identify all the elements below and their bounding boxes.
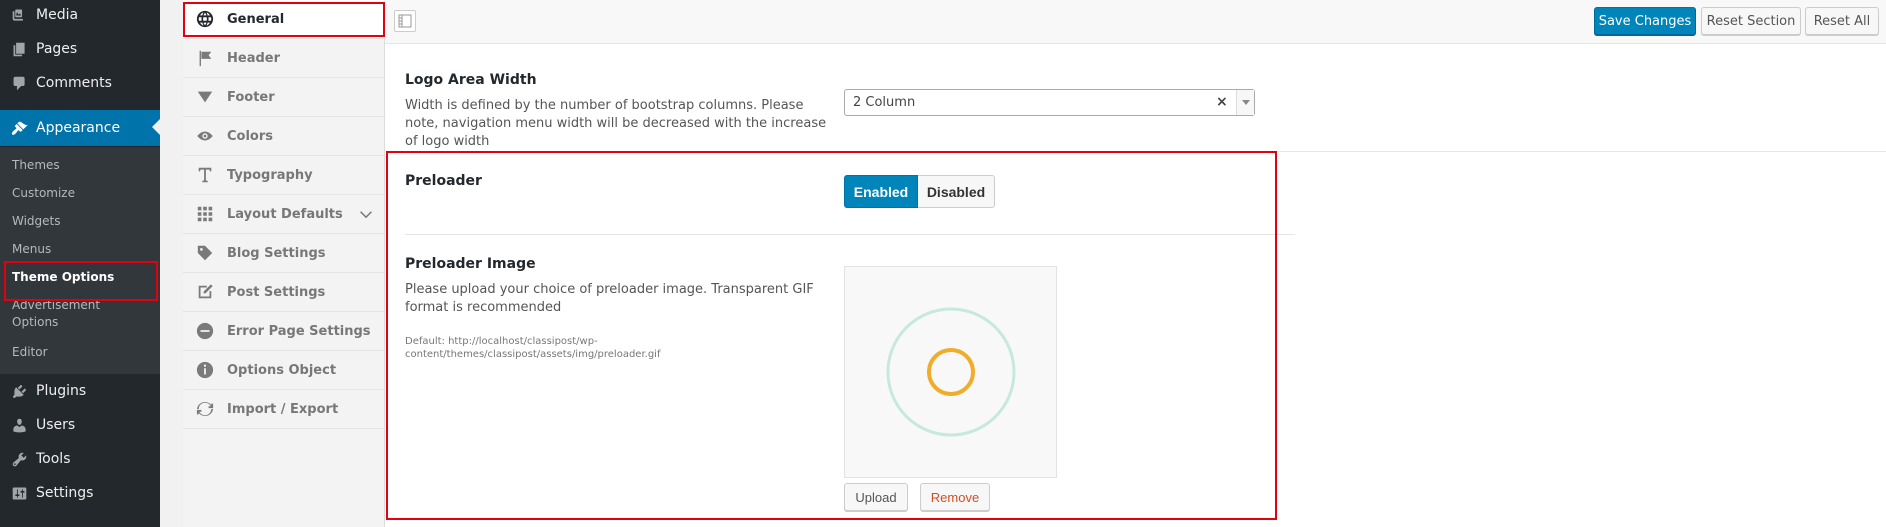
wp-menu-pages[interactable]: Pages [0, 32, 160, 66]
wp-menu-label: Users [36, 417, 76, 433]
submenu-editor[interactable]: Editor [12, 344, 48, 361]
nav-typography[interactable]: Typography [183, 156, 385, 195]
select-value: 2 Column [853, 95, 916, 110]
nav-error-page-settings[interactable]: Error Page Settings [183, 312, 385, 351]
expand-toggle-icon[interactable] [394, 10, 416, 32]
wp-menu-settings[interactable]: Settings [0, 476, 160, 510]
plugins-icon [0, 383, 36, 400]
wp-menu-plugins[interactable]: Plugins [0, 374, 160, 408]
reset-all-button[interactable]: Reset All [1805, 7, 1879, 35]
options-main: Save Changes Reset Section Reset All Log… [385, 0, 1886, 527]
options-panel-nav: General Header Footer Colors Typography … [183, 0, 385, 527]
logo-width-description: Width is defined by the number of bootst… [405, 98, 827, 149]
nav-post-settings[interactable]: Post Settings [183, 273, 385, 312]
nav-general[interactable]: General [183, 0, 385, 39]
users-icon [0, 417, 36, 434]
nav-footer[interactable]: Footer [183, 78, 385, 117]
nav-label: General [227, 11, 285, 27]
remove-button[interactable]: Remove [920, 483, 990, 511]
logo-width-select[interactable]: 2 Column × [844, 89, 1255, 116]
clear-icon[interactable]: × [1216, 94, 1228, 110]
wp-menu-label: Pages [36, 41, 78, 57]
tools-icon [0, 451, 36, 468]
nav-label: Header [227, 50, 281, 66]
submenu-widgets[interactable]: Widgets [12, 213, 61, 230]
wp-submenu-appearance: Themes Customize Widgets Menus Theme Opt… [0, 147, 160, 374]
submenu-menus[interactable]: Menus [12, 241, 51, 258]
text-icon [183, 166, 227, 184]
chevron-down-icon[interactable] [1236, 90, 1254, 115]
eye-icon [183, 127, 227, 145]
nav-import-export[interactable]: Import / Export [183, 390, 385, 429]
nav-label: Post Settings [227, 284, 326, 300]
nav-options-object[interactable]: Options Object [183, 351, 385, 390]
reset-section-button[interactable]: Reset Section [1701, 7, 1801, 35]
triangle-down-icon [183, 88, 227, 106]
refresh-icon [183, 400, 227, 418]
wp-menu-users[interactable]: Users [0, 408, 160, 442]
grid-icon [183, 205, 227, 223]
nav-colors[interactable]: Colors [183, 117, 385, 156]
upload-button[interactable]: Upload [844, 483, 908, 511]
nav-label: Layout Defaults [227, 206, 343, 222]
nav-label: Typography [227, 167, 313, 183]
preloader-image-preview [844, 266, 1057, 478]
row-divider [405, 151, 1886, 152]
pages-icon [0, 41, 36, 58]
nav-label: Blog Settings [227, 245, 326, 261]
nav-label: Colors [227, 128, 274, 144]
preloader-enabled-button[interactable]: Enabled [844, 175, 918, 208]
info-icon [183, 361, 227, 379]
wp-menu-appearance[interactable]: Appearance [0, 110, 160, 146]
wp-menu-label: Tools [36, 451, 71, 467]
wp-menu-label: Media [36, 7, 79, 23]
flag-icon [183, 49, 227, 67]
tag-icon [183, 244, 227, 262]
nav-label: Footer [227, 89, 275, 105]
preloader-image-description: Please upload your choice of preloader i… [405, 282, 814, 315]
nav-label: Import / Export [227, 401, 339, 417]
wp-admin-sidebar: Media Pages Comments Appearance Themes C… [0, 0, 160, 527]
preloader-image-title: Preloader Image [405, 256, 536, 272]
chevron-down-icon[interactable] [359, 207, 373, 221]
submenu-themes[interactable]: Themes [12, 157, 60, 174]
globe-icon [183, 10, 227, 28]
nav-layout-defaults[interactable]: Layout Defaults [183, 195, 385, 234]
nav-label: Error Page Settings [227, 323, 371, 339]
nav-blog-settings[interactable]: Blog Settings [183, 234, 385, 273]
media-icon [0, 7, 36, 24]
row-divider [405, 234, 1295, 235]
edit-icon [183, 283, 227, 301]
wp-menu-label: Comments [36, 75, 112, 91]
submenu-customize[interactable]: Customize [12, 185, 75, 202]
wp-menu-comments[interactable]: Comments [0, 66, 160, 100]
nav-label: Options Object [227, 362, 337, 378]
wp-menu-label: Settings [36, 485, 94, 501]
save-changes-button[interactable]: Save Changes [1594, 7, 1696, 35]
appearance-icon [0, 120, 36, 137]
logo-width-title: Logo Area Width [405, 72, 537, 88]
settings-icon [0, 485, 36, 502]
comments-icon [0, 75, 36, 92]
minus-circle-icon [183, 322, 227, 340]
wp-menu-media[interactable]: Media [0, 0, 160, 32]
preloader-image-default: Default: http://localhost/classipost/wp-… [405, 336, 661, 360]
wp-menu-label: Plugins [36, 383, 87, 399]
wp-menu-tools[interactable]: Tools [0, 442, 160, 476]
submenu-theme-options[interactable]: Theme Options [12, 269, 114, 286]
wp-menu-label: Appearance [36, 120, 121, 136]
preloader-disabled-button[interactable]: Disabled [918, 175, 995, 208]
options-toolbar: Save Changes Reset Section Reset All [385, 0, 1886, 44]
preloader-title: Preloader [405, 173, 482, 189]
submenu-advertisement-options[interactable]: Advertisement Options [12, 297, 112, 331]
nav-header[interactable]: Header [183, 39, 385, 78]
